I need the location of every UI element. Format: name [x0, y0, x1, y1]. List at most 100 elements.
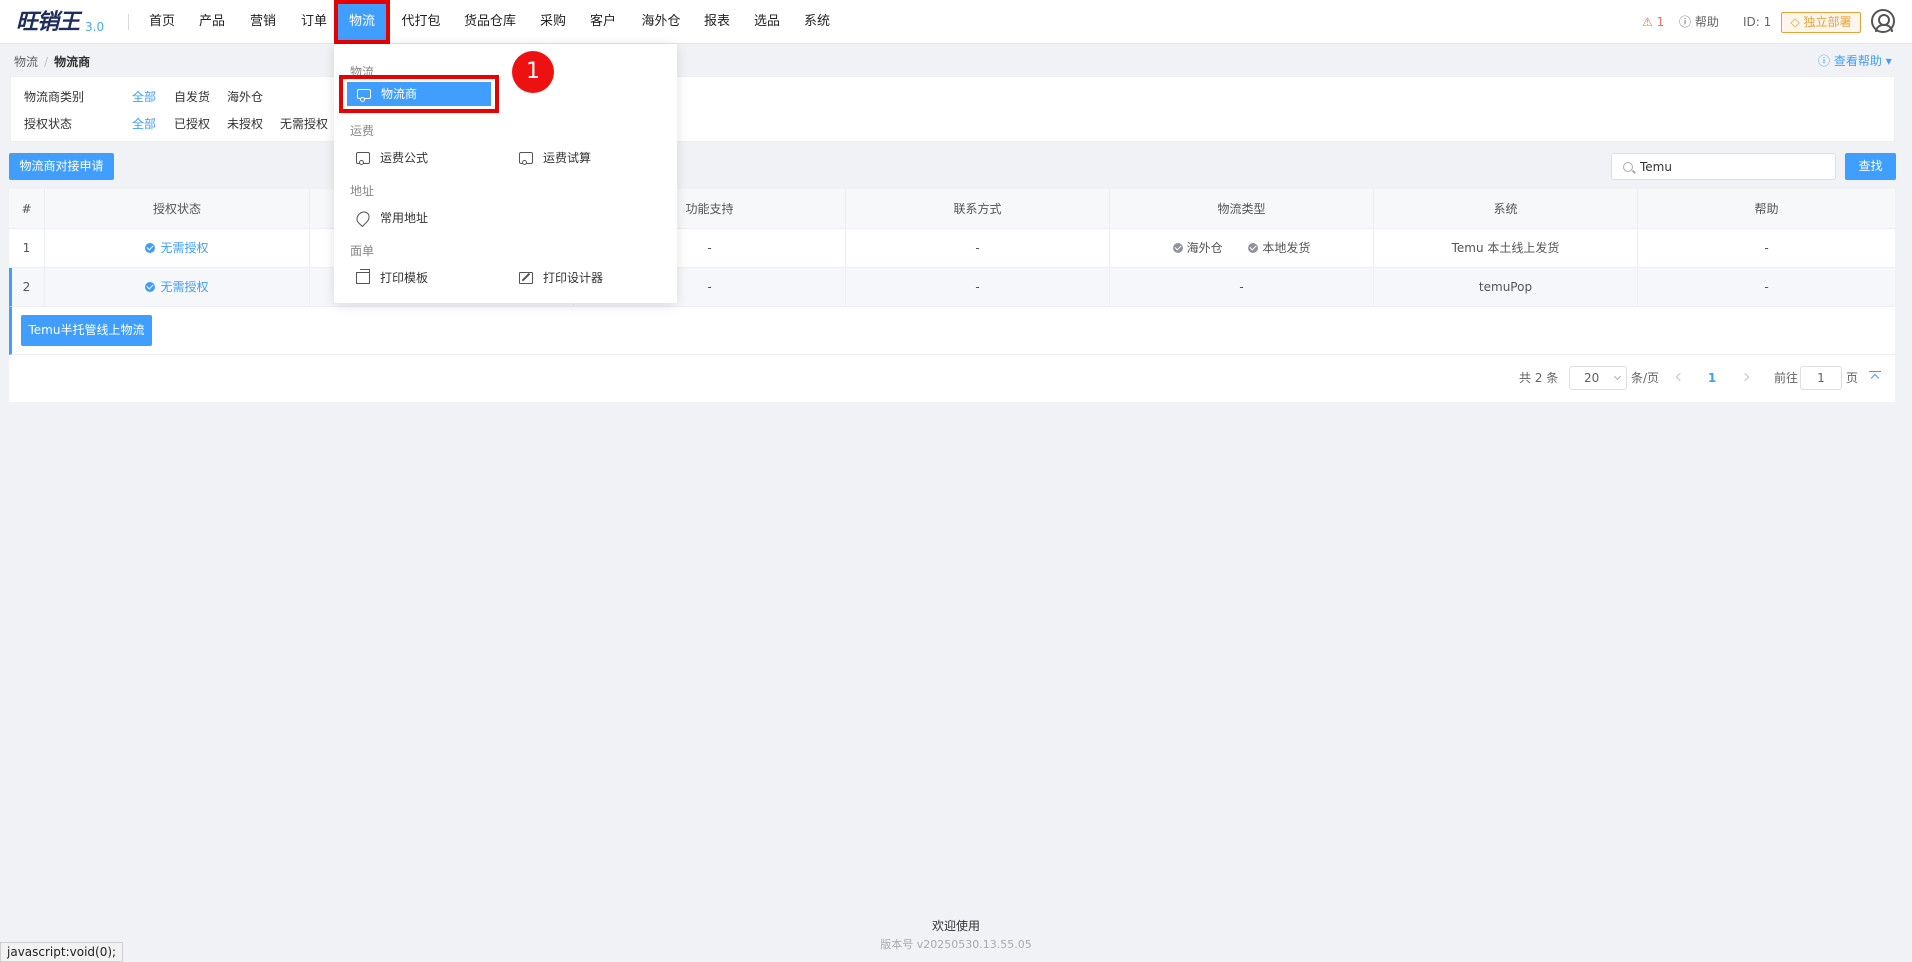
nav-item-warehouse[interactable]: 货品仓库: [460, 0, 520, 44]
type-tag-overseas: 海外仓: [1186, 241, 1223, 255]
truck-icon: [357, 89, 371, 102]
menu-item-address[interactable]: 常用地址: [353, 206, 429, 230]
breadcrumb: 物流 / 物流商: [14, 53, 90, 70]
row-system: temuPop: [1374, 268, 1638, 307]
footer-welcome: 欢迎使用: [931, 919, 980, 933]
help-menu[interactable]: ⓘ 帮助: [1679, 0, 1719, 44]
truck-icon: [356, 152, 370, 165]
top-nav: 旺销王 3.0 首页 产品 营销 订单 物流 代打包 货品仓库 采购 客户 海外…: [0, 0, 1912, 44]
view-help-link[interactable]: ⓘ 查看帮助 ▾: [1818, 52, 1892, 69]
page-size-select[interactable]: 20: [1569, 366, 1627, 390]
category-option-self-ship[interactable]: 自发货: [174, 88, 210, 105]
location-pin-icon: [353, 208, 373, 228]
auth-option-all[interactable]: 全部: [132, 115, 156, 132]
carrier-apply-button[interactable]: 物流商对接申请: [9, 153, 114, 180]
search-icon: [1623, 162, 1633, 172]
copy-icon: [356, 269, 370, 284]
auth-option-unauthorized[interactable]: 未授权: [227, 115, 263, 132]
row-index: 1: [9, 229, 45, 268]
breadcrumb-separator: /: [44, 55, 49, 69]
column-header-type: 物流类型: [1110, 189, 1374, 229]
menu-item-designer-label: 打印设计器: [543, 271, 604, 285]
nav-divider: [128, 14, 129, 30]
check-circle-icon: [1248, 243, 1259, 253]
auth-status-text: 无需授权: [160, 241, 209, 255]
temu-semi-managed-button[interactable]: Temu半托管线上物流: [21, 315, 152, 346]
nav-item-purchase[interactable]: 采购: [533, 0, 573, 44]
logo-text: 旺销王: [16, 9, 80, 35]
column-header-help: 帮助: [1754, 202, 1779, 216]
breadcrumb-root[interactable]: 物流: [14, 55, 38, 69]
page-unit-label: 页: [1846, 371, 1859, 385]
truck-icon: [519, 152, 533, 165]
menu-group-form: 面单: [350, 244, 375, 258]
deploy-button[interactable]: ◇ 独立部署: [1781, 12, 1861, 33]
user-avatar-icon[interactable]: [1871, 9, 1895, 33]
step-badge: 1: [512, 51, 554, 93]
browser-status-bar: javascript:void(0);: [0, 942, 124, 962]
row-system: Temu 本土线上发货: [1374, 229, 1638, 268]
deploy-label: 独立部署: [1803, 15, 1852, 29]
row-logistics-type: 海外仓 本地发货: [1110, 229, 1374, 268]
menu-item-freight-formula[interactable]: 运费公式: [356, 146, 428, 170]
goto-page-input[interactable]: 1: [1800, 366, 1842, 390]
row-logistics-type: -: [1110, 268, 1374, 307]
menu-group-address: 地址: [350, 184, 375, 198]
column-header-index: #: [9, 189, 45, 229]
query-button[interactable]: 查找: [1845, 153, 1896, 180]
row-contact: -: [846, 229, 1110, 268]
menu-item-template-label: 打印模板: [380, 271, 429, 285]
row-auth-status[interactable]: 无需授权: [45, 229, 310, 268]
question-icon: ⓘ: [1679, 15, 1692, 29]
warning-indicator[interactable]: ⚠ 1: [1642, 0, 1664, 44]
category-option-all[interactable]: 全部: [132, 88, 156, 105]
page-number-current[interactable]: 1: [1704, 365, 1720, 391]
auth-option-not-required[interactable]: 无需授权: [280, 115, 328, 132]
nav-item-report[interactable]: 报表: [697, 0, 737, 44]
nav-item-home[interactable]: 首页: [142, 0, 182, 44]
warning-count: 1: [1656, 15, 1665, 29]
nav-item-selection[interactable]: 选品: [747, 0, 787, 44]
menu-item-trial-label: 运费试算: [543, 151, 592, 165]
help-label: 帮助: [1694, 15, 1719, 29]
menu-item-address-label: 常用地址: [380, 211, 429, 225]
question-icon: ⓘ: [1818, 54, 1831, 68]
app-logo[interactable]: 旺销王 3.0: [16, 8, 104, 36]
caret-down-icon: ▾: [1885, 54, 1892, 68]
auth-filter-label: 授权状态: [24, 117, 73, 131]
logo-version: 3.0: [85, 20, 105, 34]
breadcrumb-current: 物流商: [54, 55, 91, 69]
auth-option-authorized[interactable]: 已授权: [174, 115, 210, 132]
nav-item-order[interactable]: 订单: [294, 0, 334, 44]
menu-item-carrier[interactable]: 物流商: [347, 82, 491, 106]
nav-item-customer[interactable]: 客户: [583, 0, 623, 44]
table-row[interactable]: 1 无需授权 - - 海外仓 本地发货 Temu 本土线上发货 -: [9, 229, 1895, 268]
chevron-down-icon: [1613, 372, 1622, 381]
row-auth-status[interactable]: 无需授权: [45, 268, 310, 307]
menu-item-print-template[interactable]: 打印模板: [356, 266, 428, 290]
row-contact: -: [846, 268, 1110, 307]
nav-item-packing[interactable]: 代打包: [396, 0, 446, 44]
menu-item-print-designer[interactable]: 打印设计器: [519, 266, 603, 290]
view-help-label: 查看帮助: [1833, 54, 1882, 68]
row-expanded-panel: Temu半托管线上物流: [9, 307, 1895, 355]
search-input[interactable]: [1640, 154, 1830, 179]
menu-item-freight-trial[interactable]: 运费试算: [519, 146, 591, 170]
nav-item-marketing[interactable]: 营销: [243, 0, 283, 44]
filter-panel: 物流商类别 全部 自发货 海外仓 授权状态 全部 已授权 未授权 无需授权: [10, 76, 1895, 142]
footer-version: 版本号 v20250530.13.55.05: [880, 938, 1032, 951]
nav-item-logistics[interactable]: 物流: [334, 0, 390, 44]
nav-item-system[interactable]: 系统: [797, 0, 837, 44]
table-row[interactable]: 2 无需授权 - - - temuPop -: [9, 268, 1895, 307]
category-filter-label: 物流商类别: [24, 90, 85, 104]
per-page-label: 条/页: [1631, 371, 1660, 385]
back-to-top-icon[interactable]: [1869, 371, 1881, 385]
nav-item-product[interactable]: 产品: [192, 0, 232, 44]
column-header-system: 系统: [1374, 189, 1638, 229]
row-index: 2: [9, 268, 45, 307]
menu-item-carrier-highlight: 物流商: [339, 75, 499, 113]
nav-item-overseas[interactable]: 海外仓: [636, 0, 686, 44]
menu-item-formula-label: 运费公式: [380, 151, 429, 165]
category-option-overseas[interactable]: 海外仓: [227, 88, 263, 105]
user-id: ID: 1: [1743, 15, 1772, 29]
